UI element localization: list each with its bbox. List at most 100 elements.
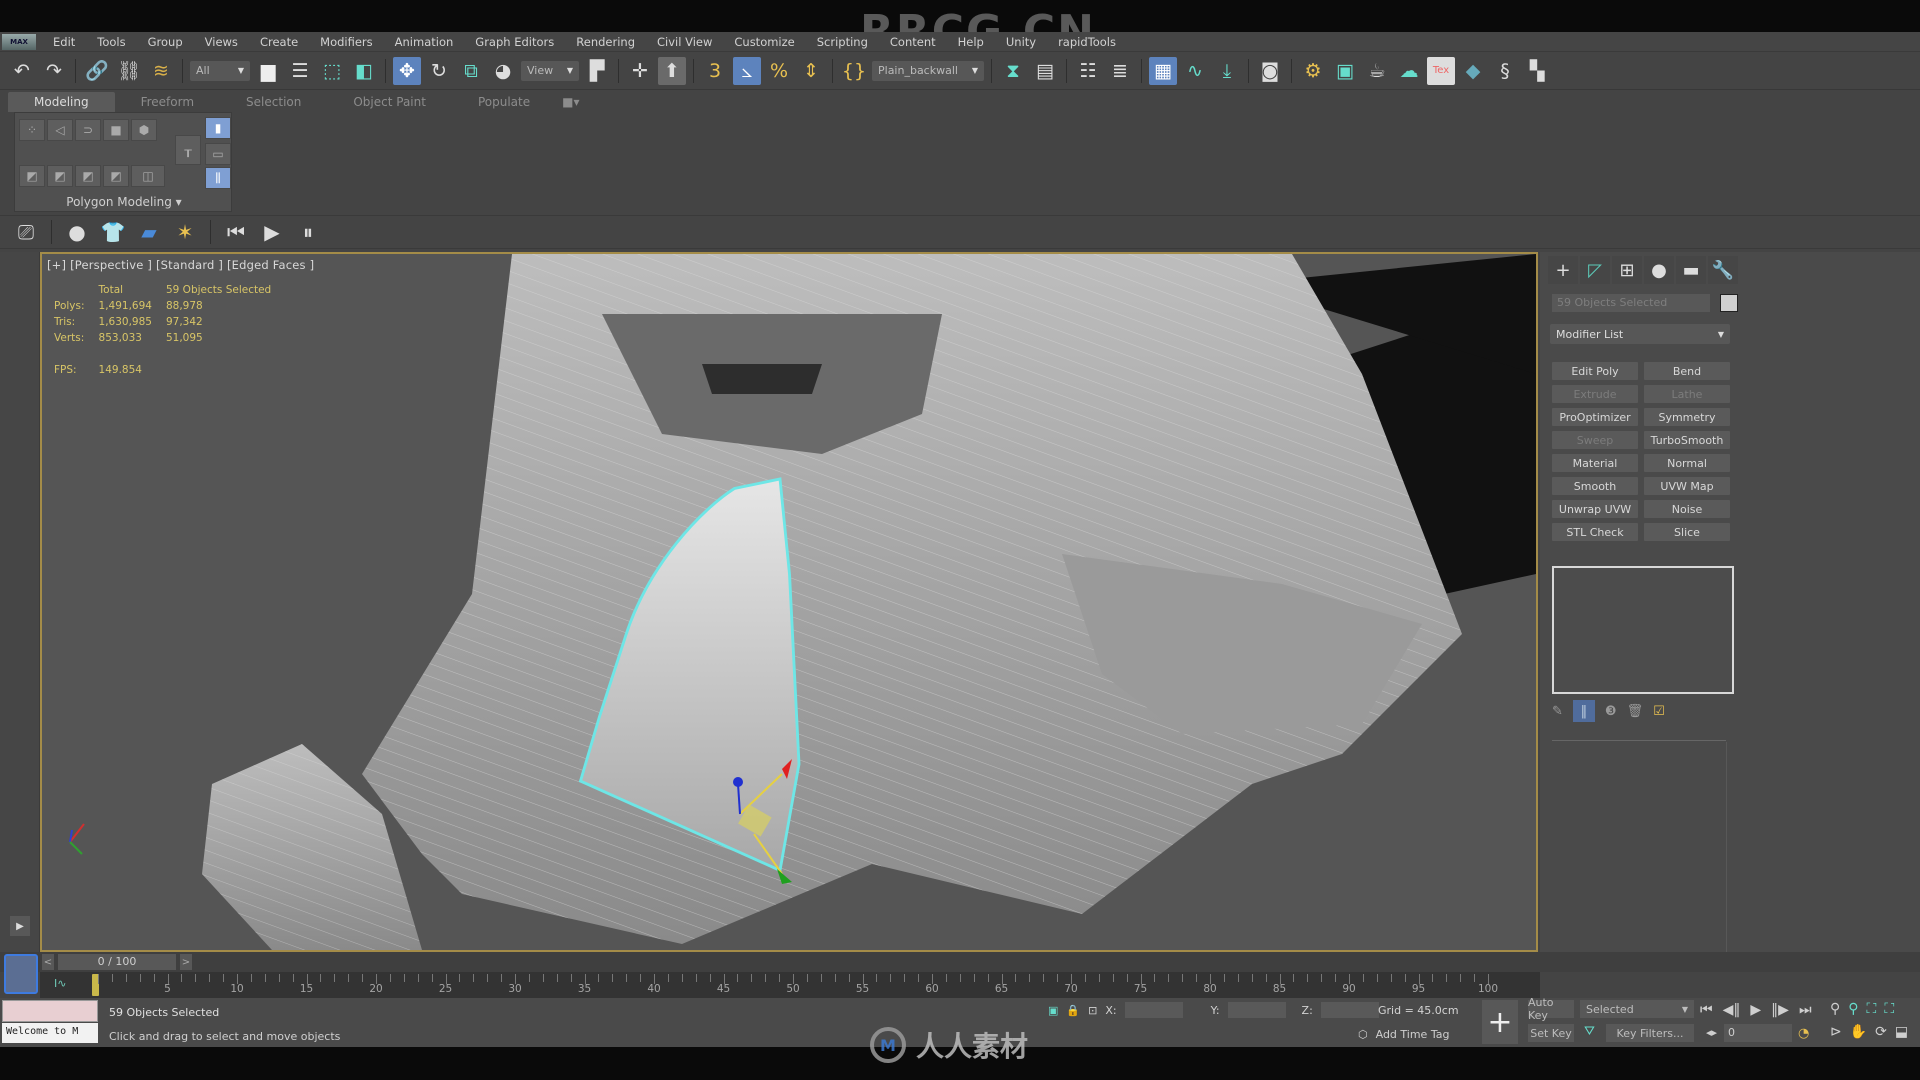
record-macro-icon[interactable]: ⏮ xyxy=(222,218,250,246)
pivot-point-icon[interactable]: ▛ xyxy=(583,57,611,85)
render-production-icon[interactable]: ☕ xyxy=(1363,57,1391,85)
bind-space-warp-icon[interactable]: ≋ xyxy=(147,57,175,85)
ignore-backfacing-icon[interactable]: ▭ xyxy=(205,143,231,165)
preserve-uvs-icon[interactable]: ▮ xyxy=(205,117,231,139)
modifier-stack[interactable] xyxy=(1552,566,1734,694)
spinner-snap-icon[interactable]: ⇕ xyxy=(797,57,825,85)
menu-unity[interactable]: Unity xyxy=(995,35,1047,49)
rectangular-selection-icon[interactable]: ⬚ xyxy=(318,57,346,85)
select-and-rotate-icon[interactable]: ↻ xyxy=(425,57,453,85)
toggle-ribbon-icon[interactable]: ▦ xyxy=(1149,56,1177,85)
collapse-stack-icon[interactable]: ◫ xyxy=(131,165,165,187)
app-logo[interactable]: MAX xyxy=(2,33,36,50)
x-coordinate-field[interactable] xyxy=(1124,1002,1183,1018)
render-setup-icon[interactable]: ⚙ xyxy=(1299,57,1327,85)
geometry-mode-icon[interactable]: ◩ xyxy=(75,165,101,187)
menu-customize[interactable]: Customize xyxy=(723,35,805,49)
y-coordinate-field[interactable] xyxy=(1227,1002,1286,1018)
absolute-mode-icon[interactable]: ⊡ xyxy=(1088,1004,1097,1017)
menu-rapidtools[interactable]: rapidTools xyxy=(1047,35,1127,49)
maxscript-listener-input[interactable] xyxy=(2,1000,98,1022)
previous-frame-icon[interactable]: ◀‖ xyxy=(1723,1002,1741,1018)
menu-content[interactable]: Content xyxy=(879,35,947,49)
border-mode-icon[interactable]: ⊃ xyxy=(75,119,101,141)
stop-macro-icon[interactable]: ⏸ xyxy=(294,218,322,246)
scene-explorer-toggle-icon[interactable]: ⎚ xyxy=(12,218,40,246)
track-bar[interactable]: I∿ 5 10 15 20 25 30 35 40 45 50 55 60 65 70 75 80 85 90 95… xyxy=(40,972,1540,998)
tab-selection[interactable]: Selection xyxy=(220,92,327,112)
set-keys-button[interactable]: + xyxy=(1482,1000,1518,1044)
remove-modifier-icon[interactable]: 🗑 xyxy=(1627,704,1644,719)
motion-tab-icon[interactable]: ● xyxy=(1644,256,1674,284)
ribbon-options-icon[interactable]: ■▾ xyxy=(556,92,585,112)
modifier-button-slice[interactable]: Slice xyxy=(1644,523,1730,541)
sphere-icon[interactable]: ● xyxy=(63,218,91,246)
schematic-view-icon[interactable]: ⤓ xyxy=(1213,57,1241,85)
object-color-swatch[interactable] xyxy=(1720,294,1738,312)
edge-mode-icon[interactable]: ◁ xyxy=(47,119,73,141)
ribbon-panel-label[interactable]: Polygon Modeling ▾ xyxy=(15,195,233,209)
modifier-button-unwrap-uvw[interactable]: Unwrap UVW xyxy=(1552,500,1638,518)
modifier-button-lathe[interactable]: Lathe xyxy=(1644,385,1730,403)
tab-populate[interactable]: Populate xyxy=(452,92,556,112)
selection-filter-dropdown[interactable]: All ▼ xyxy=(190,60,250,81)
auto-key-button[interactable]: Auto Key xyxy=(1528,996,1574,1022)
time-tag[interactable]: ⬡ Add Time Tag xyxy=(1358,1028,1449,1041)
render-cloud-icon[interactable]: ☁ xyxy=(1395,57,1423,85)
select-and-place-icon[interactable]: ◕ xyxy=(489,57,517,85)
orbit-icon[interactable]: ⟳ xyxy=(1875,1024,1887,1040)
modifier-button-noise[interactable]: Noise xyxy=(1644,500,1730,518)
go-to-end-icon[interactable]: ⏭ xyxy=(1799,1002,1812,1018)
select-and-move-icon[interactable]: ✥ xyxy=(393,56,421,85)
modifier-button-prooptimizer[interactable]: ProOptimizer xyxy=(1552,408,1638,426)
edit-mode-icon[interactable]: ◩ xyxy=(47,165,73,187)
redo-icon[interactable]: ↷ xyxy=(40,57,68,85)
modifier-button-sweep[interactable]: Sweep xyxy=(1552,431,1638,449)
isolate-selection-icon[interactable]: ▣ xyxy=(1048,1004,1058,1017)
eraser-icon[interactable]: ▰ xyxy=(135,218,163,246)
modifier-button-edit-poly[interactable]: Edit Poly xyxy=(1552,362,1638,380)
character-icon[interactable]: ✶ xyxy=(171,218,199,246)
time-configuration-icon[interactable]: ◔ xyxy=(1798,1026,1809,1041)
keyboard-shortcut-override-icon[interactable]: ✛ xyxy=(626,57,654,85)
z-coordinate-field[interactable] xyxy=(1320,1002,1379,1018)
go-to-start-icon[interactable]: ⏮ xyxy=(1700,1002,1713,1018)
menu-civil-view[interactable]: Civil View xyxy=(646,35,723,49)
select-and-scale-icon[interactable]: ⧉ xyxy=(457,57,485,85)
mini-curve-editor-toggle[interactable] xyxy=(4,954,38,994)
snaps-3d-icon[interactable]: 3 xyxy=(701,57,729,85)
layer-explorer-icon[interactable]: ≣ xyxy=(1106,57,1134,85)
tab-modeling[interactable]: Modeling xyxy=(8,92,115,112)
selection-lock-icon[interactable]: 🔒 xyxy=(1066,1004,1080,1017)
unity-export-icon[interactable]: ◆ xyxy=(1459,57,1487,85)
field-of-view-icon[interactable]: ⊳ xyxy=(1830,1024,1842,1040)
maximize-viewport-icon[interactable]: ⬓ xyxy=(1895,1024,1908,1040)
expand-viewport-layouts-icon[interactable]: ▶ xyxy=(10,916,30,936)
select-by-name-icon[interactable]: ☰ xyxy=(286,57,314,85)
menu-animation[interactable]: Animation xyxy=(384,35,465,49)
modifier-button-stl-check[interactable]: STL Check xyxy=(1552,523,1638,541)
utilities-tab-icon[interactable]: 🔧 xyxy=(1708,256,1738,284)
undo-icon[interactable]: ↶ xyxy=(8,57,36,85)
modifier-button-smooth[interactable]: Smooth xyxy=(1552,477,1638,495)
link-icon[interactable]: 🔗 xyxy=(83,57,111,85)
named-selection-dropdown[interactable]: Plain_backwall ▼ xyxy=(872,60,984,81)
set-key-button[interactable]: Set Key xyxy=(1528,1024,1574,1042)
curve-editor-toggle-icon[interactable]: I∿ xyxy=(54,977,66,990)
menu-help[interactable]: Help xyxy=(947,35,995,49)
key-filter-icon[interactable]: ⛛ xyxy=(1584,1024,1595,1039)
perspective-viewport[interactable]: [+] [Perspective ] [Standard ] [Edged Fa… xyxy=(40,252,1538,952)
configure-modifier-sets-icon[interactable]: ☑ xyxy=(1653,704,1665,719)
modifier-button-uvw-map[interactable]: UVW Map xyxy=(1644,477,1730,495)
menu-group[interactable]: Group xyxy=(137,35,194,49)
modifier-button-turbosmooth[interactable]: TurboSmooth xyxy=(1644,431,1730,449)
tab-object-paint[interactable]: Object Paint xyxy=(327,92,452,112)
make-unique-icon[interactable]: ❸ xyxy=(1605,704,1617,719)
create-tab-icon[interactable]: + xyxy=(1548,256,1578,284)
time-slider-next[interactable]: > xyxy=(180,954,192,970)
polygon-mode-icon[interactable]: ■ xyxy=(103,119,129,141)
scene-explorer-icon[interactable]: ☷ xyxy=(1074,57,1102,85)
curve-editor-icon[interactable]: ∿ xyxy=(1181,57,1209,85)
hierarchy-tab-icon[interactable]: ⊞ xyxy=(1612,256,1642,284)
panel-divider[interactable] xyxy=(1552,740,1726,741)
